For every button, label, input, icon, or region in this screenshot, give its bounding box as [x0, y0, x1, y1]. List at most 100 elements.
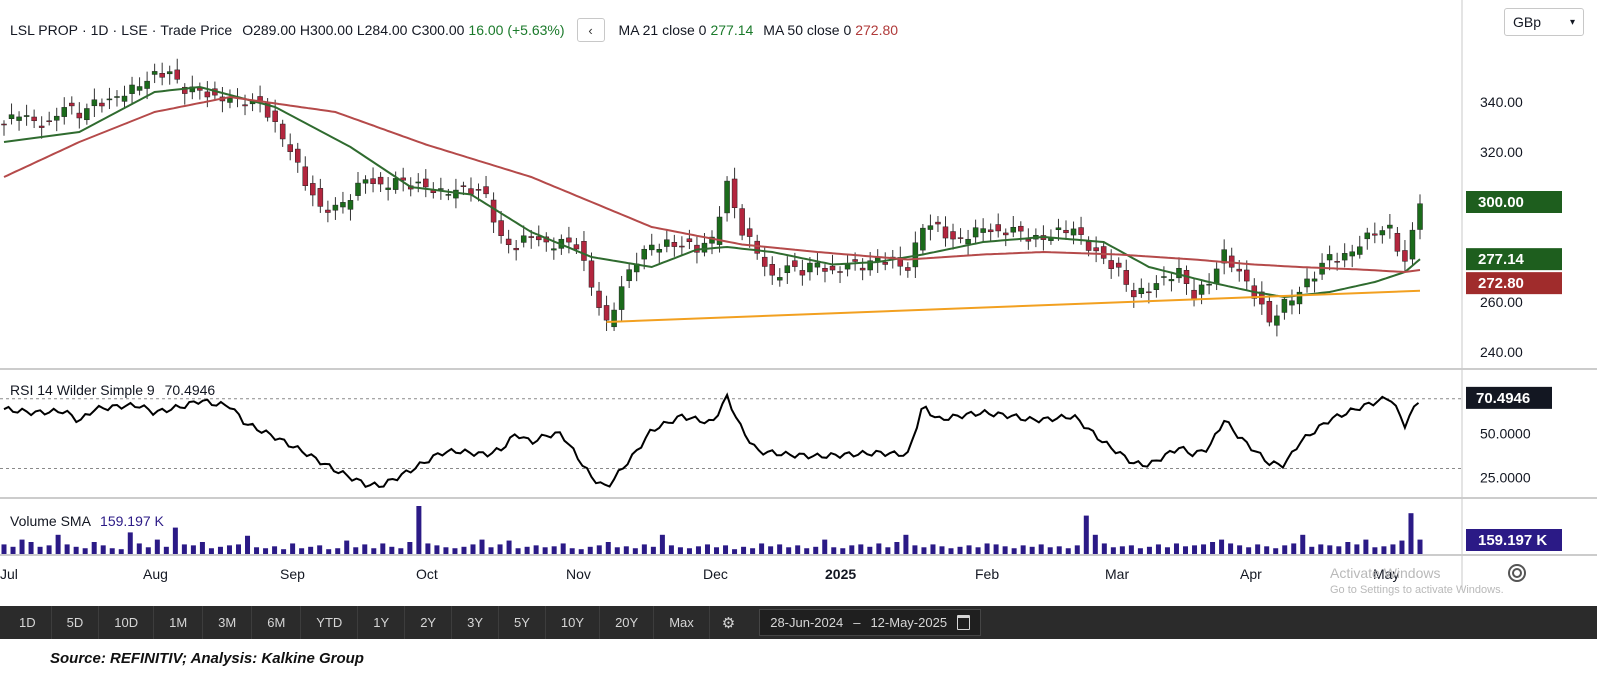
range-button-20y[interactable]: 20Y [600, 606, 655, 639]
candle-down [957, 237, 964, 239]
price-tick-label: 260.00 [1480, 294, 1523, 310]
candle-down [1002, 232, 1009, 236]
range-button-max[interactable]: Max [654, 606, 710, 639]
volume-bar [659, 534, 665, 554]
volume-bar [10, 546, 16, 554]
volume-bar [876, 543, 882, 554]
candle-down [1, 123, 7, 126]
volume-bar [1210, 542, 1216, 554]
range-button-5y[interactable]: 5Y [499, 606, 546, 639]
volume-legend[interactable]: Volume SMA 159.197 K [10, 513, 164, 529]
volume-bar [677, 547, 683, 554]
candle-up [453, 189, 459, 199]
ma50-value: 272.80 [855, 22, 899, 38]
range-button-1m[interactable]: 1M [154, 606, 204, 639]
candle-down [1236, 268, 1242, 272]
range-button-5d[interactable]: 5D [52, 606, 100, 639]
range-button-10d[interactable]: 10D [99, 606, 155, 639]
ma21-label[interactable]: MA 21 close 0 [619, 22, 707, 38]
date-separator: – [853, 615, 861, 630]
candle-down [837, 271, 843, 273]
candle-down [536, 236, 542, 241]
date-range-picker[interactable]: 28-Jun-2024 – 12-May-2025 [759, 609, 982, 636]
gear-icon[interactable]: ⚙ [710, 614, 747, 632]
volume-bar [1408, 513, 1414, 554]
low-value: L284.00 [356, 22, 408, 38]
candle-up [392, 178, 399, 190]
symbol-name[interactable]: LSL PROP [10, 22, 78, 38]
volume-bar [28, 542, 34, 554]
candle-down [935, 221, 941, 225]
candle-up [814, 262, 821, 268]
volume-bar [1173, 543, 1179, 554]
volume-bar [46, 545, 52, 554]
volume-bar [515, 548, 521, 554]
range-button-1y[interactable]: 1Y [358, 606, 406, 639]
range-button-3m[interactable]: 3M [203, 606, 253, 639]
volume-bar [1146, 546, 1152, 554]
range-button-3y[interactable]: 3Y [452, 606, 500, 639]
candle-up [355, 182, 361, 196]
candle-up [91, 99, 98, 107]
candle-down [769, 264, 776, 276]
candle-down [1078, 227, 1084, 235]
range-button-2y[interactable]: 2Y [405, 606, 453, 639]
range-button-1d[interactable]: 1D [4, 606, 52, 639]
volume-bar [290, 543, 296, 554]
volume-bar [407, 542, 413, 554]
volume-bar [217, 546, 223, 554]
volume-bar [759, 543, 765, 554]
volume-bar [109, 548, 115, 554]
volume-bar [894, 542, 900, 554]
volume-bar [704, 544, 710, 554]
candle-down [905, 267, 911, 271]
candle-down [1018, 225, 1024, 232]
collapse-legend-button[interactable]: ‹ [576, 18, 605, 42]
volume-bar [1183, 546, 1189, 554]
volume-bar [326, 549, 332, 554]
chart-settings-button[interactable] [1508, 564, 1526, 582]
candle-down [950, 231, 956, 240]
plot-area[interactable] [0, 0, 1462, 590]
interval-label[interactable]: 1D [91, 22, 109, 38]
volume-bar [849, 545, 855, 554]
volume-bar [1038, 544, 1044, 554]
ma50-label[interactable]: MA 50 close 0 [763, 22, 851, 38]
rsi-label: RSI 14 Wilder Simple 9 [10, 382, 155, 398]
range-button-10y[interactable]: 10Y [546, 606, 601, 639]
candle-down [1394, 232, 1401, 252]
volume-bar [777, 544, 783, 554]
candle-down [822, 267, 828, 272]
range-button-6m[interactable]: 6M [252, 606, 302, 639]
volume-bar [1, 544, 7, 554]
volume-bar [1300, 534, 1306, 554]
volume-bar [1237, 545, 1243, 554]
candle-up [1153, 283, 1160, 290]
candle-up [1198, 284, 1205, 295]
candle-down [829, 265, 836, 271]
candle-up [520, 235, 527, 243]
volume-bar [605, 542, 611, 554]
volume-legend-value: 159.197 K [100, 513, 164, 529]
volume-bar [199, 542, 205, 554]
candle-down [1402, 250, 1408, 262]
candle-up [844, 264, 851, 270]
volume-bar [741, 546, 747, 554]
volume-bar [136, 543, 142, 554]
candle-up [551, 248, 557, 251]
volume-bar [1354, 544, 1360, 554]
range-button-ytd[interactable]: YTD [301, 606, 359, 639]
price-tick-label: 320.00 [1480, 144, 1523, 160]
volume-bar [398, 548, 404, 554]
candle-up [227, 97, 233, 103]
currency-selector[interactable]: GBp ▾ [1504, 8, 1584, 36]
candle-down [581, 241, 587, 261]
candle-down [603, 305, 610, 321]
candle-down [76, 112, 83, 119]
rsi-legend[interactable]: RSI 14 Wilder Simple 9 70.4946 [10, 382, 215, 398]
candle-up [611, 309, 617, 328]
volume-bar [190, 545, 196, 554]
volume-bar [254, 547, 260, 554]
price-tag-label: 277.14 [1478, 251, 1525, 268]
candle-up [438, 188, 444, 190]
